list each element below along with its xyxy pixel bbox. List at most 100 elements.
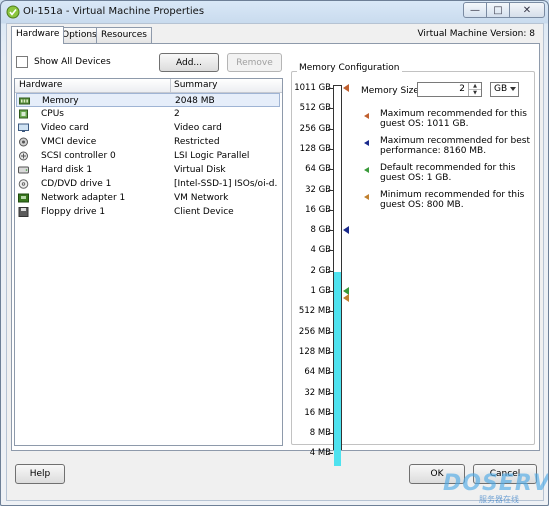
show-all-devices-label: Show All Devices (34, 57, 111, 67)
max-performance-marker-icon (343, 225, 349, 234)
row-name: Video card (41, 123, 89, 133)
table-row[interactable]: Network adapter 1 VM Network (16, 191, 280, 205)
scale-tick (328, 453, 333, 455)
floppy-icon (18, 207, 29, 217)
column-header-hardware[interactable]: Hardware (19, 80, 62, 90)
scale-label: 8 GB (310, 225, 331, 236)
memory-unit-select[interactable]: GB (490, 82, 519, 97)
scale-label: 16 GB (305, 204, 331, 215)
remove-button[interactable]: Remove (227, 53, 282, 72)
network-adapter-icon (18, 193, 29, 203)
column-header-summary[interactable]: Summary (174, 80, 218, 90)
add-button[interactable]: Add... (159, 53, 219, 72)
close-icon: ✕ (522, 4, 532, 16)
max-guest-os-marker-icon (364, 113, 369, 119)
scale-label: 4 MB (309, 448, 331, 459)
scale-label: 32 GB (305, 184, 331, 195)
scale-label: 4 GB (310, 245, 331, 256)
hardware-table: Hardware Summary Memory 2048 MB CPUs 2 V… (14, 78, 283, 446)
watermark-text: DOSERV (443, 471, 549, 496)
scale-label: 1011 GB (294, 83, 331, 93)
row-summary: VM Network (174, 193, 229, 203)
tab-hardware[interactable]: Hardware (11, 26, 65, 44)
row-name: CD/DVD drive 1 (41, 179, 112, 189)
scsi-controller-icon (19, 151, 28, 161)
scale-label: 256 MB (298, 326, 331, 337)
min-guest-os-marker-icon (343, 294, 349, 303)
row-summary: 2 (174, 109, 180, 119)
legend-text: Maximum recommended for best performance… (380, 136, 531, 156)
max-guest-os-marker-icon (343, 84, 349, 92)
hard-disk-icon (18, 166, 29, 174)
vsphere-app-icon (6, 5, 20, 19)
chevron-down-icon (510, 87, 516, 91)
table-row[interactable]: CD/DVD drive 1 [Intel-SSD-1] ISOs/oi-d..… (16, 177, 280, 191)
row-name: VMCI device (41, 137, 97, 147)
cd-dvd-icon (18, 179, 29, 189)
row-name: SCSI controller 0 (41, 151, 116, 161)
watermark-logo: DOSERV 服务器在线 (429, 471, 549, 504)
table-row[interactable]: VMCI device Restricted (16, 135, 280, 149)
scale-label: 256 GB (299, 123, 331, 134)
legend-text: Default recommended for this guest OS: 1… (380, 163, 516, 183)
minimize-button[interactable]: — (463, 2, 487, 18)
video-card-icon (18, 123, 29, 132)
close-button[interactable]: ✕ (509, 2, 545, 18)
row-name: Hard disk 1 (41, 165, 93, 175)
table-row[interactable]: CPUs 2 (16, 107, 280, 121)
title-bar[interactable]: OI-151a - Virtual Machine Properties — □… (1, 1, 548, 23)
scale-label: 8 MB (309, 428, 331, 439)
vm-version-label: Virtual Machine Version: 8 (417, 29, 535, 39)
legend-text: Minimum recommended for this guest OS: 8… (380, 190, 525, 210)
row-name: Floppy drive 1 (41, 207, 106, 217)
hardware-tab-panel: Show All Devices Add... Remove Hardware … (11, 43, 540, 467)
tab-resources[interactable]: Resources (96, 27, 152, 43)
vm-properties-window: OI-151a - Virtual Machine Properties — □… (0, 0, 549, 506)
memory-size-value[interactable]: 2 (459, 84, 465, 94)
window-title: OI-151a - Virtual Machine Properties (23, 6, 205, 17)
default-marker-icon (364, 167, 369, 173)
table-row[interactable]: Hard disk 1 Virtual Disk (16, 163, 280, 177)
scale-label: 128 GB (299, 143, 331, 154)
cpu-icon (19, 109, 28, 119)
row-name: Memory (42, 96, 79, 106)
memory-slider-fill (334, 271, 341, 467)
column-divider[interactable] (170, 79, 171, 92)
memory-icon (19, 97, 30, 105)
memory-slider-track[interactable] (333, 85, 342, 467)
scale-label: 128 MB (298, 346, 331, 357)
table-row[interactable]: Floppy drive 1 Client Device (16, 205, 280, 219)
spinner-buttons: ▲ ▼ (468, 83, 481, 96)
row-name: Network adapter 1 (41, 193, 126, 203)
scale-label: 64 GB (305, 164, 331, 175)
scale-label: 16 MB (304, 407, 331, 418)
table-row[interactable]: SCSI controller 0 LSI Logic Parallel (16, 149, 280, 163)
row-summary: 2048 MB (175, 96, 215, 106)
maximize-button[interactable]: □ (486, 2, 510, 18)
memory-unit-value: GB (494, 84, 508, 94)
row-summary: Client Device (174, 207, 234, 217)
spinner-down-icon[interactable]: ▼ (469, 90, 481, 96)
scale-label: 512 GB (299, 103, 331, 114)
table-row[interactable]: Video card Video card (16, 121, 280, 135)
memory-size-spinner[interactable]: 2 ▲ ▼ (417, 82, 482, 97)
show-all-devices-checkbox[interactable]: Show All Devices (16, 56, 111, 68)
vmci-device-icon (19, 137, 28, 147)
table-header: Hardware Summary (15, 79, 282, 93)
legend-text: Maximum recommended for this guest OS: 1… (380, 109, 527, 129)
checkbox-box[interactable] (16, 56, 28, 68)
scale-label: 1 GB (310, 286, 331, 296)
minimize-icon: — (470, 4, 480, 16)
scale-label: 32 MB (304, 387, 331, 398)
row-summary: Virtual Disk (174, 165, 226, 175)
table-row[interactable]: Memory 2048 MB (16, 93, 280, 107)
maximize-icon: □ (493, 4, 503, 16)
row-summary: Restricted (174, 137, 220, 147)
watermark-subtext: 服务器在线 (479, 495, 519, 504)
memory-size-label: Memory Size: (361, 86, 422, 96)
row-summary: [Intel-SSD-1] ISOs/oi-d... (174, 179, 278, 189)
scale-label: 512 MB (298, 306, 331, 317)
help-button[interactable]: Help (15, 464, 65, 484)
spinner-up-icon[interactable]: ▲ (469, 83, 481, 90)
row-name: CPUs (41, 109, 64, 119)
